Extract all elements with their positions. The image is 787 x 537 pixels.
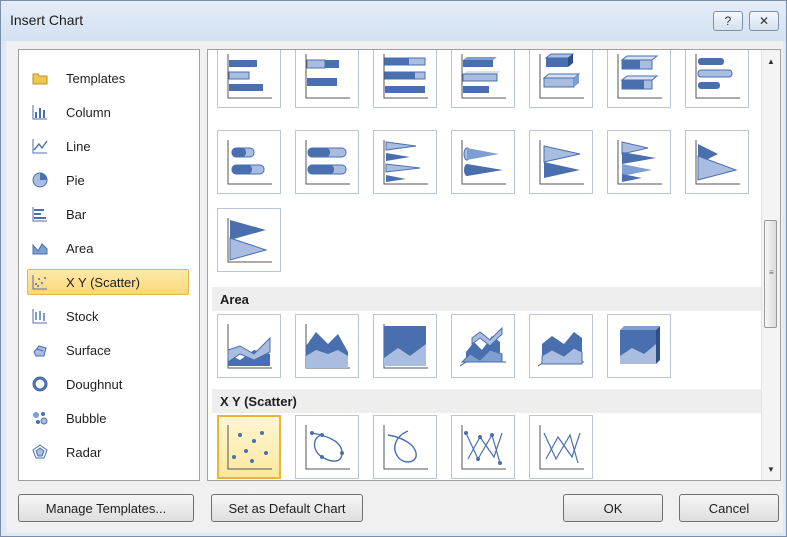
insert-chart-dialog: Insert Chart ? ✕ Templates Column Line P… xyxy=(0,0,787,537)
grip-icon: ≡ xyxy=(769,268,774,277)
category-label: Radar xyxy=(66,444,102,460)
cancel-button[interactable]: Cancel xyxy=(679,494,779,522)
chart-thumb-pyramid-bar-3[interactable] xyxy=(217,208,281,272)
chart-thumb-100-area[interactable] xyxy=(373,314,437,378)
help-button[interactable]: ? xyxy=(713,11,743,31)
chart-thumb-cone-bar[interactable] xyxy=(373,130,437,194)
section-title: Area xyxy=(220,291,249,307)
chart-thumb-bar-5[interactable] xyxy=(529,50,593,108)
chart-thumb-scatter-smooth[interactable] xyxy=(373,415,437,479)
button-label: Set as Default Chart xyxy=(228,500,346,516)
chart-thumb-bar-3[interactable] xyxy=(373,50,437,108)
category-label: X Y (Scatter) xyxy=(66,274,140,290)
chart-thumb-pyramid-bar-2[interactable] xyxy=(685,130,749,194)
surface-chart-icon xyxy=(32,342,48,358)
category-pie[interactable]: Pie xyxy=(27,167,189,193)
category-label: Doughnut xyxy=(66,376,123,392)
chart-thumb-3d-100-area[interactable] xyxy=(607,314,671,378)
gallery-scrollbar[interactable]: ▲ ≡ ▼ xyxy=(761,50,780,480)
scroll-up-arrow-icon[interactable]: ▲ xyxy=(762,52,780,70)
category-column[interactable]: Column xyxy=(27,99,189,125)
set-default-chart-button[interactable]: Set as Default Chart xyxy=(211,494,363,522)
column-chart-icon xyxy=(32,104,48,120)
scatter-chart-icon xyxy=(32,274,48,290)
category-label: Templates xyxy=(66,70,126,86)
chart-thumb-3d-stacked-area[interactable] xyxy=(529,314,593,378)
section-title: X Y (Scatter) xyxy=(220,393,297,409)
button-label: OK xyxy=(603,500,623,516)
category-label: Area xyxy=(66,240,94,256)
category-label: Pie xyxy=(66,172,85,188)
scroll-thumb[interactable]: ≡ xyxy=(764,220,777,328)
chart-thumb-cone-bar-2[interactable] xyxy=(451,130,515,194)
chart-gallery: Area X Y (Scatter) ▲ ≡ ▼ xyxy=(207,49,781,481)
chart-thumb-scatter-smooth-markers[interactable] xyxy=(295,415,359,479)
close-button[interactable]: ✕ xyxy=(749,11,779,31)
folder-icon xyxy=(32,70,48,86)
pie-chart-icon xyxy=(32,172,48,188)
chart-thumb-stacked-area[interactable] xyxy=(295,314,359,378)
dialog-title: Insert Chart xyxy=(10,12,84,28)
category-line[interactable]: Line xyxy=(27,133,189,159)
ok-button[interactable]: OK xyxy=(563,494,663,522)
category-stock[interactable]: Stock xyxy=(27,303,189,329)
category-bubble[interactable]: Bubble xyxy=(27,405,189,431)
chart-category-list: Templates Column Line Pie Bar Area X Y (… xyxy=(18,49,200,481)
chart-thumb-3d-area[interactable] xyxy=(451,314,515,378)
category-radar[interactable]: Radar xyxy=(27,439,189,465)
dialog-content: Templates Column Line Pie Bar Area X Y (… xyxy=(6,41,783,533)
chart-thumb-scatter-markers[interactable] xyxy=(217,415,281,479)
section-header-xy-scatter: X Y (Scatter) xyxy=(212,389,766,413)
chart-thumb-bar-7[interactable] xyxy=(685,50,749,108)
stock-chart-icon xyxy=(32,308,48,324)
category-surface[interactable]: Surface xyxy=(27,337,189,363)
category-label: Line xyxy=(66,138,91,154)
category-bar[interactable]: Bar xyxy=(27,201,189,227)
category-label: Column xyxy=(66,104,111,120)
category-label: Bar xyxy=(66,206,87,222)
chart-thumb-cylinder-bar[interactable] xyxy=(217,130,281,194)
line-chart-icon xyxy=(32,138,48,154)
scroll-down-arrow-icon[interactable]: ▼ xyxy=(762,460,780,478)
chart-thumb-area[interactable] xyxy=(217,314,281,378)
help-icon: ? xyxy=(724,14,732,28)
chart-thumb-cylinder-bar-stacked[interactable] xyxy=(295,130,359,194)
chart-thumb-bar-2[interactable] xyxy=(295,50,359,108)
category-doughnut[interactable]: Doughnut xyxy=(27,371,189,397)
close-icon: ✕ xyxy=(758,14,770,28)
button-label: Cancel xyxy=(708,500,750,516)
section-header-area: Area xyxy=(212,287,766,311)
category-templates[interactable]: Templates xyxy=(27,65,189,91)
chart-thumb-cone-bar-3[interactable] xyxy=(529,130,593,194)
category-label: Surface xyxy=(66,342,111,358)
chart-thumb-pyramid-bar[interactable] xyxy=(607,130,671,194)
button-label: Manage Templates... xyxy=(45,500,167,516)
area-chart-icon xyxy=(32,240,48,256)
chart-thumb-bar-1[interactable] xyxy=(217,50,281,108)
category-label: Bubble xyxy=(66,410,107,426)
chart-thumb-scatter-straight-markers[interactable] xyxy=(451,415,515,479)
bubble-chart-icon xyxy=(32,410,48,426)
radar-chart-icon xyxy=(32,444,48,460)
category-area[interactable]: Area xyxy=(27,235,189,261)
chart-thumb-scatter-straight[interactable] xyxy=(529,415,593,479)
category-xy-scatter[interactable]: X Y (Scatter) xyxy=(27,269,189,295)
category-label: Stock xyxy=(66,308,99,324)
chart-thumb-bar-4[interactable] xyxy=(451,50,515,108)
manage-templates-button[interactable]: Manage Templates... xyxy=(18,494,194,522)
bar-chart-icon xyxy=(32,206,48,222)
title-bar: Insert Chart ? ✕ xyxy=(1,1,786,41)
chart-thumb-bar-6[interactable] xyxy=(607,50,671,108)
doughnut-chart-icon xyxy=(32,376,48,392)
